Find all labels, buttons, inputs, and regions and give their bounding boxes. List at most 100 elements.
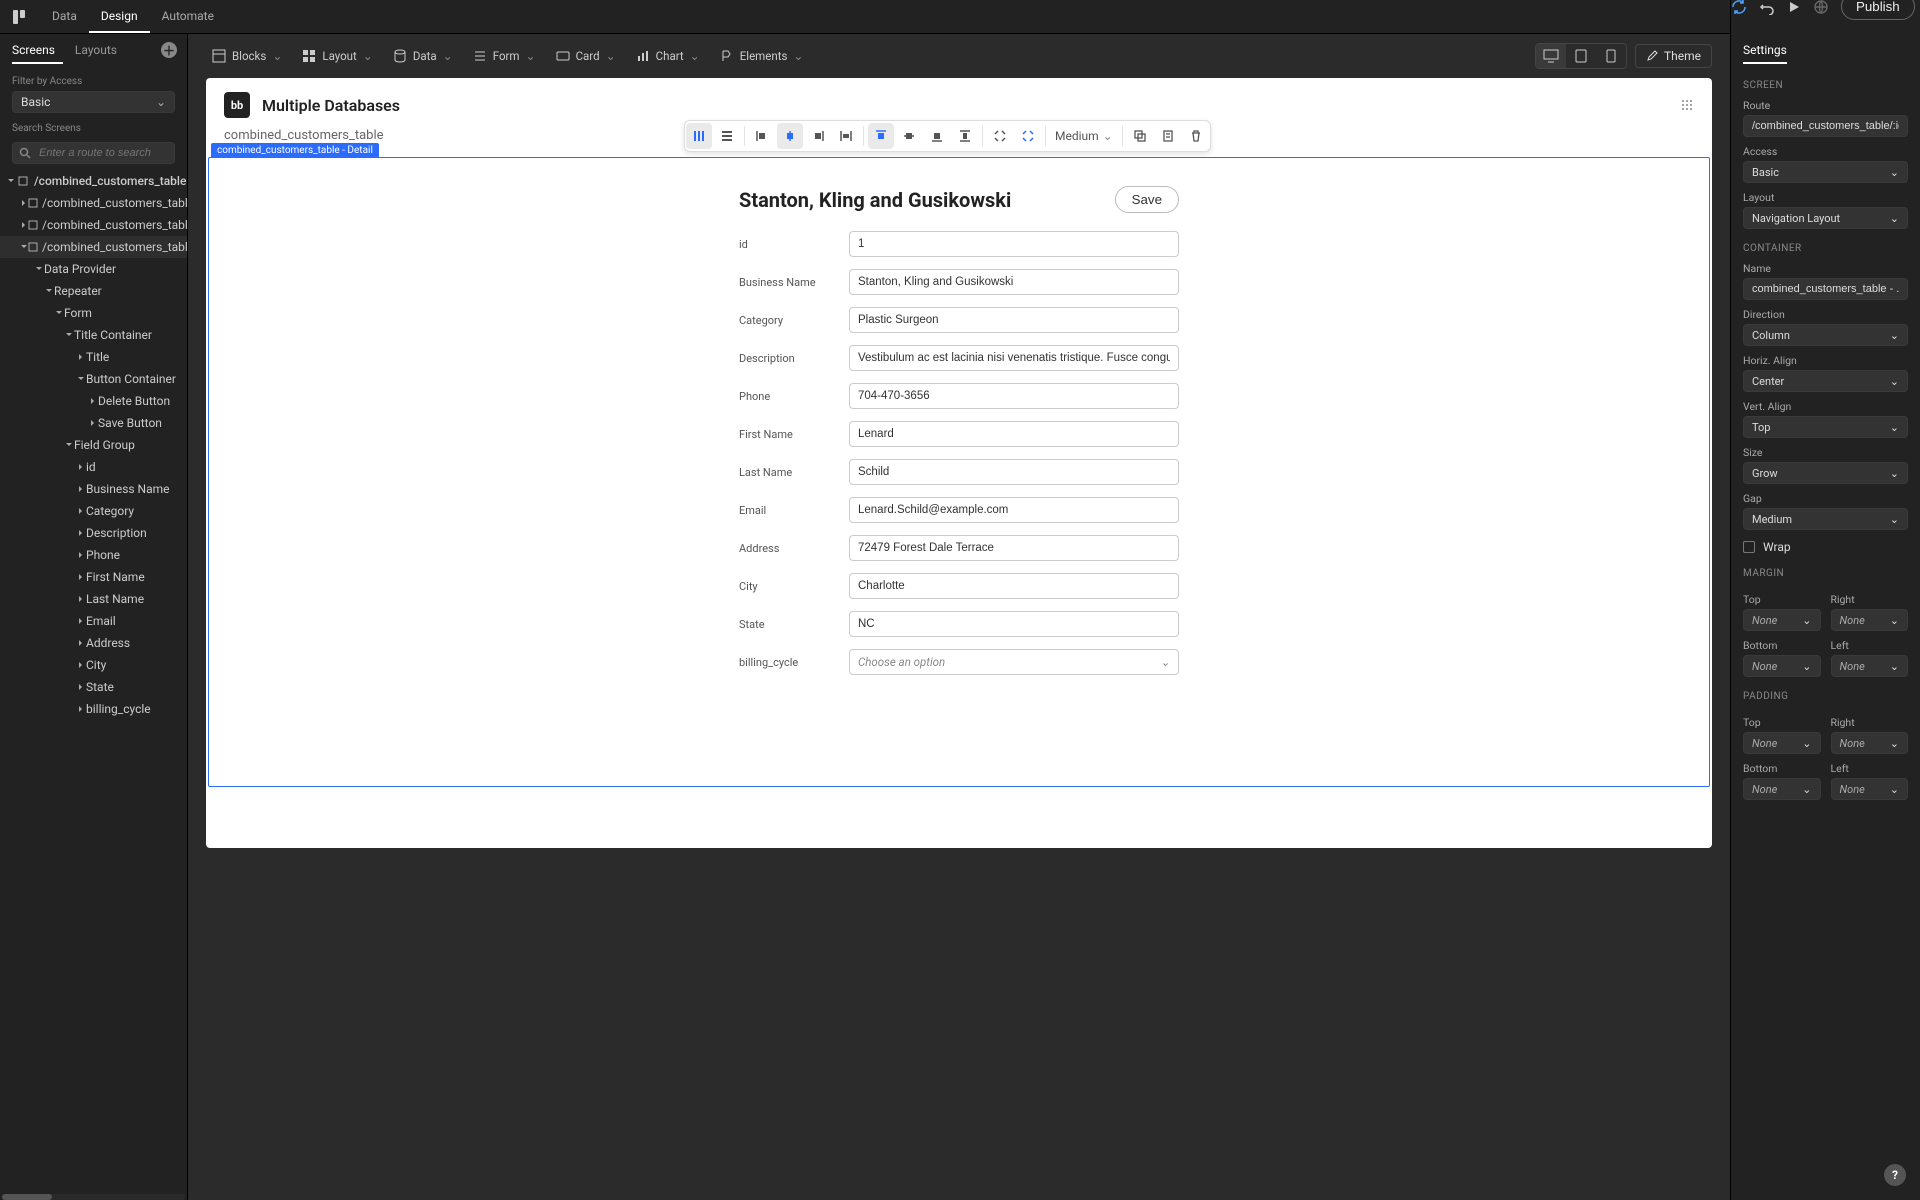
breadcrumb[interactable]: combined_customers_table bbox=[224, 128, 384, 143]
undo-icon[interactable] bbox=[1759, 0, 1775, 17]
tb-data[interactable]: Data⌄ bbox=[387, 45, 459, 67]
add-screen-button[interactable]: ＋ bbox=[161, 42, 177, 58]
size-select[interactable]: Grow⌄ bbox=[1743, 462, 1908, 484]
city-input[interactable] bbox=[849, 573, 1179, 599]
grow-icon[interactable] bbox=[1015, 123, 1041, 149]
valign-top-icon[interactable] bbox=[868, 123, 894, 149]
app-logo-icon[interactable] bbox=[0, 8, 40, 26]
address-input[interactable] bbox=[849, 535, 1179, 561]
tree-button-container[interactable]: Button Container bbox=[0, 368, 187, 390]
firstName-input[interactable] bbox=[849, 421, 1179, 447]
access-filter-select[interactable]: Basic ⌄ bbox=[12, 91, 175, 113]
halign-stretch-icon[interactable] bbox=[833, 123, 859, 149]
valign-stretch-icon[interactable] bbox=[952, 123, 978, 149]
billing-cycle-select[interactable]: Choose an option⌄ bbox=[849, 649, 1179, 675]
phone-input[interactable] bbox=[849, 383, 1179, 409]
copy-icon[interactable] bbox=[1155, 123, 1181, 149]
container-name-input[interactable] bbox=[1743, 278, 1908, 300]
drag-grip-icon[interactable] bbox=[1680, 98, 1694, 112]
halign-left-icon[interactable] bbox=[749, 123, 775, 149]
access-select[interactable]: Basic⌄ bbox=[1743, 161, 1908, 183]
tree-child[interactable]: /combined_customers_table... bbox=[0, 214, 187, 236]
wrap-checkbox[interactable]: Wrap bbox=[1743, 540, 1908, 554]
device-tablet[interactable] bbox=[1566, 44, 1596, 68]
lastName-input[interactable] bbox=[849, 459, 1179, 485]
dir-column-icon[interactable] bbox=[686, 123, 712, 149]
valign-middle-icon[interactable] bbox=[896, 123, 922, 149]
valign-select[interactable]: Top⌄ bbox=[1743, 416, 1908, 438]
tree-delete-button[interactable]: Delete Button bbox=[0, 390, 187, 412]
save-button[interactable]: Save bbox=[1115, 186, 1179, 213]
tree-field[interactable]: Address bbox=[0, 632, 187, 654]
margin-bottom-select[interactable]: None⌄ bbox=[1743, 655, 1821, 677]
tree-root[interactable]: /combined_customers_table bbox=[0, 170, 187, 192]
delete-icon[interactable] bbox=[1183, 123, 1209, 149]
left-tab-screens[interactable]: Screens bbox=[12, 37, 63, 64]
right-tab-settings[interactable]: Settings bbox=[1743, 37, 1787, 64]
gap-select[interactable]: Medium⌄ bbox=[1743, 508, 1908, 530]
tree-data-provider[interactable]: Data Provider bbox=[0, 258, 187, 280]
device-mobile[interactable] bbox=[1596, 44, 1626, 68]
tree-field[interactable]: billing_cycle bbox=[0, 698, 187, 720]
tree-field[interactable]: First Name bbox=[0, 566, 187, 588]
theme-button[interactable]: Theme bbox=[1635, 44, 1712, 68]
category-input[interactable] bbox=[849, 307, 1179, 333]
tree-field[interactable]: Phone bbox=[0, 544, 187, 566]
tree-field[interactable]: Business Name bbox=[0, 478, 187, 500]
top-tab-data[interactable]: Data bbox=[40, 0, 89, 33]
valign-bottom-icon[interactable] bbox=[924, 123, 950, 149]
top-tab-automate[interactable]: Automate bbox=[150, 0, 226, 33]
email-input[interactable] bbox=[849, 497, 1179, 523]
route-input[interactable] bbox=[1743, 115, 1908, 137]
help-button[interactable]: ? bbox=[1884, 1164, 1906, 1186]
tb-blocks[interactable]: Blocks⌄ bbox=[206, 45, 288, 67]
tree-field[interactable]: Last Name bbox=[0, 588, 187, 610]
business-input[interactable] bbox=[849, 269, 1179, 295]
preview-icon[interactable] bbox=[1787, 0, 1801, 17]
tree-field[interactable]: State bbox=[0, 676, 187, 698]
halign-right-icon[interactable] bbox=[805, 123, 831, 149]
tree-field[interactable]: City bbox=[0, 654, 187, 676]
id-input[interactable] bbox=[849, 231, 1179, 257]
shrink-icon[interactable] bbox=[987, 123, 1013, 149]
gap-size-select[interactable]: Medium⌄ bbox=[1049, 129, 1119, 143]
margin-top-select[interactable]: None⌄ bbox=[1743, 609, 1821, 631]
state-input[interactable] bbox=[849, 611, 1179, 637]
tb-layout[interactable]: Layout⌄ bbox=[296, 45, 378, 67]
direction-select[interactable]: Column⌄ bbox=[1743, 324, 1908, 346]
padding-left-select[interactable]: None⌄ bbox=[1831, 778, 1909, 800]
tree-field[interactable]: Email bbox=[0, 610, 187, 632]
tb-form[interactable]: Form⌄ bbox=[467, 45, 542, 67]
selected-container[interactable]: combined_customers_table - Detail Stanto… bbox=[208, 157, 1710, 787]
tree-save-button[interactable]: Save Button bbox=[0, 412, 187, 434]
padding-bottom-select[interactable]: None⌄ bbox=[1743, 778, 1821, 800]
tree-child[interactable]: /combined_customers_table bbox=[0, 192, 187, 214]
search-field[interactable] bbox=[37, 146, 184, 160]
tree-scrollbar[interactable] bbox=[2, 1194, 185, 1200]
layout-select[interactable]: Navigation Layout⌄ bbox=[1743, 207, 1908, 229]
publish-button[interactable]: Publish bbox=[1841, 0, 1915, 20]
search-screens-input[interactable]: ✕ bbox=[12, 142, 175, 164]
description-input[interactable] bbox=[849, 345, 1179, 371]
tb-card[interactable]: Card⌄ bbox=[550, 45, 622, 67]
device-desktop[interactable] bbox=[1536, 44, 1566, 68]
tree-repeater[interactable]: Repeater bbox=[0, 280, 187, 302]
dir-row-icon[interactable] bbox=[714, 123, 740, 149]
margin-right-select[interactable]: None⌄ bbox=[1831, 609, 1909, 631]
tree-child-selected[interactable]: /combined_customers_table... bbox=[0, 236, 187, 258]
left-tab-layouts[interactable]: Layouts bbox=[75, 37, 125, 64]
tree-form[interactable]: Form bbox=[0, 302, 187, 324]
padding-right-select[interactable]: None⌄ bbox=[1831, 732, 1909, 754]
halign-center-icon[interactable] bbox=[777, 123, 803, 149]
tree-field[interactable]: Category bbox=[0, 500, 187, 522]
top-tab-design[interactable]: Design bbox=[89, 0, 150, 33]
tree-title-container[interactable]: Title Container bbox=[0, 324, 187, 346]
tree-field[interactable]: Description bbox=[0, 522, 187, 544]
tb-elements[interactable]: Elements⌄ bbox=[714, 45, 810, 67]
globe-icon[interactable] bbox=[1813, 0, 1829, 17]
design-canvas[interactable]: bb Multiple Databases combined_customers… bbox=[206, 78, 1712, 848]
tree-field[interactable]: id bbox=[0, 456, 187, 478]
halign-select[interactable]: Center⌄ bbox=[1743, 370, 1908, 392]
duplicate-icon[interactable] bbox=[1127, 123, 1153, 149]
margin-left-select[interactable]: None⌄ bbox=[1831, 655, 1909, 677]
